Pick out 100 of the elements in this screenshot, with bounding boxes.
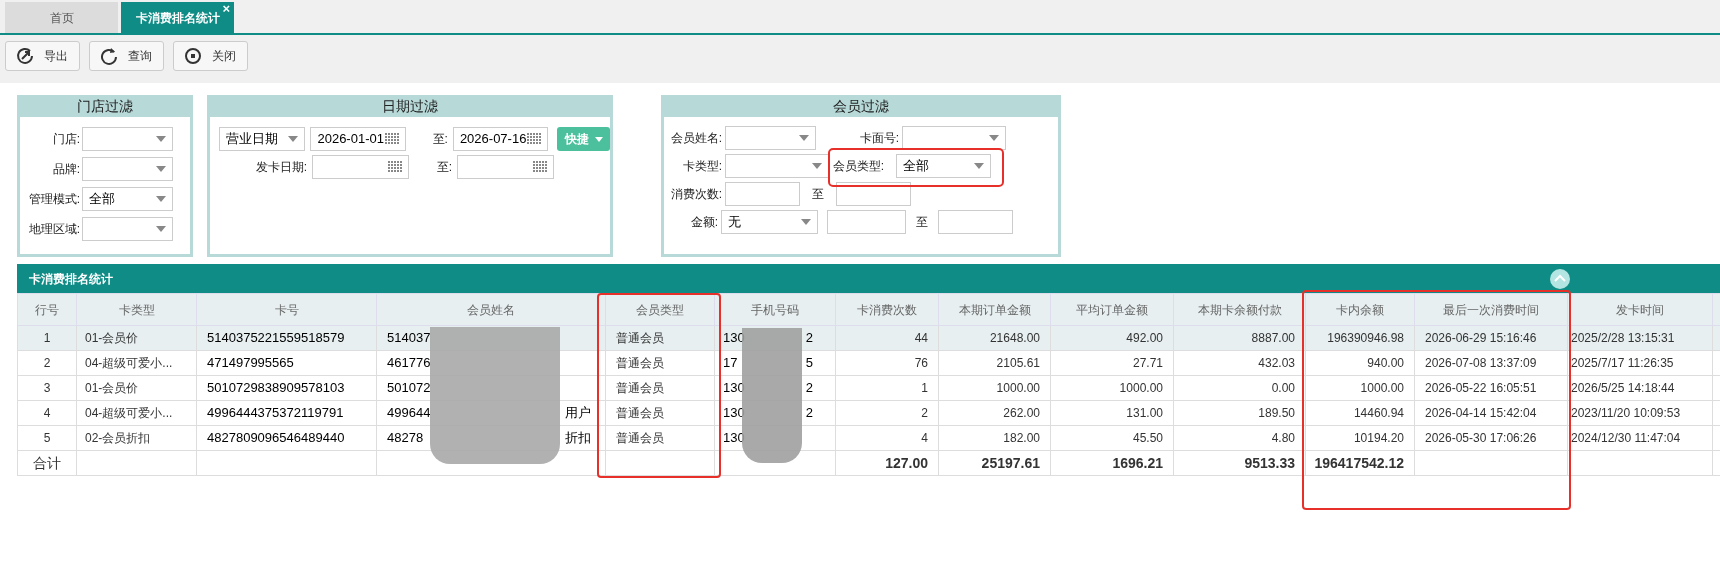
select-field[interactable] [902,126,1006,150]
table-cell: 2 [17,350,77,376]
caret-icon [288,136,299,142]
table-cell: 2105.61 [938,350,1051,376]
date-type-select[interactable]: 营业日期 [219,127,306,151]
table-cell-text: 2 [805,404,813,423]
collapse-icon[interactable] [1550,268,1570,289]
total-cell: 127.00 [835,450,939,476]
column-header[interactable]: 发卡时间 [1567,293,1713,326]
table-cell: 2026-06-29 15:16:46 [1414,325,1568,351]
table-cell-text: 2 [805,379,813,398]
table-cell: 14460.94 [1305,400,1415,426]
select-field[interactable] [725,154,829,178]
column-header[interactable]: 会员姓名 [376,293,606,326]
column-header[interactable]: 手机号码 [714,293,836,326]
table-cell: 189.50 [1173,400,1306,426]
table-cell: 262.00 [938,400,1051,426]
toolbar-button[interactable]: 查询 [89,41,164,71]
select-field[interactable] [82,157,173,181]
input-field[interactable] [725,182,800,206]
table-cell: 普通会员 [605,400,715,426]
table-cell-text: 5 [805,354,813,373]
table-cell: 1 [835,375,939,401]
toolbar-button[interactable]: 关闭 [173,41,248,71]
date-field[interactable]: 2026-01-01 [310,127,406,151]
table-cell-text: 461776 [387,354,431,373]
table-cell: 471497995565 [196,350,377,376]
table-cell: 0.00 [1173,375,1306,401]
calendar-icon [527,133,542,145]
column-header[interactable]: 本期卡余额付款 [1173,293,1306,326]
table-cell: 10194.20 [1305,425,1415,451]
caret-icon [812,163,822,169]
total-label: 合计 [17,450,77,476]
column-header[interactable]: 会员类型 [605,293,715,326]
date-field[interactable]: 2026-07-16 [452,127,549,151]
panel-title: 门店过滤 [76,97,134,116]
table-cell: 1 [17,325,77,351]
field-label: 至: [435,159,452,176]
table-cell: 76 [835,350,939,376]
field-label: 金额: [689,214,718,231]
table-cell: 2026-05-22 16:05:51 [1414,375,1568,401]
table-cell: 02-会员折扣 [76,425,197,451]
table-cell: 5140375221559518579 [196,325,377,351]
table-cell-text: 2 [805,329,813,348]
field-label: 卡面号: [858,130,899,147]
input-field[interactable] [836,182,911,206]
table-cell: 5 [17,425,77,451]
column-header[interactable]: 平均订单金额 [1050,293,1174,326]
calendar-icon [384,133,399,145]
table-cell-text: 130 [723,429,745,448]
field-label: 至 [916,214,928,231]
panel-title: 日期过滤 [381,97,439,116]
table-cell: 1000.00 [1305,375,1415,401]
table-cell: 普通会员 [605,425,715,451]
column-header[interactable]: 卡号 [196,293,377,326]
table-cell-text: 501072 [387,379,431,398]
field-label: 品牌: [51,161,80,178]
field-label: 管理模式: [27,191,80,208]
total-cell: 196417542.12 [1305,450,1415,476]
table-cell: 2025/7/17 11:26:35 [1567,350,1713,376]
tab[interactable]: 卡消费排名统计 × [121,2,234,33]
select-field[interactable]: 全部 [82,187,173,211]
table-title: 卡消费排名统计 [29,270,113,288]
table-cell: 432.03 [1173,350,1306,376]
input-field[interactable] [827,210,906,234]
table-cell: 44 [835,325,939,351]
table-cell: 196390946.98 [1305,325,1415,351]
table-cell: 3 [17,375,77,401]
select-field[interactable]: 全部 [896,154,991,178]
table-cell: 2026-07-08 13:37:09 [1414,350,1568,376]
toolbar-button[interactable]: 导出 [5,41,80,71]
date-field[interactable] [312,155,409,179]
caret-icon [156,196,166,202]
table-cell: 普通会员 [605,325,715,351]
date-field[interactable] [457,155,554,179]
caret-icon [156,166,166,172]
stop-icon [184,47,202,65]
column-header[interactable]: 卡内余额 [1305,293,1415,326]
close-button[interactable]: × [222,2,230,16]
table-cell-text: 514037 [387,329,431,348]
table-cell-text: 130 [723,379,745,398]
column-header[interactable]: 最后一次消费时间 [1414,293,1568,326]
table-cell: 2026-04-14 15:42:04 [1414,400,1568,426]
select-field[interactable] [82,217,173,241]
caret-icon [594,136,603,142]
select-field[interactable] [725,126,816,150]
table-cell: 1000.00 [1050,375,1174,401]
table-cell-text: 499644 [387,404,431,423]
column-header[interactable]: 卡消费次数 [835,293,939,326]
input-field[interactable] [938,210,1013,234]
calendar-icon [388,161,402,173]
column-header[interactable]: 卡类型 [76,293,197,326]
column-header[interactable]: 本期订单金额 [938,293,1051,326]
column-header[interactable]: 行号 [17,293,77,326]
table-cell-text: 17 [723,354,738,373]
table-cell: 4 [17,400,77,426]
table-cell: 27.71 [1050,350,1174,376]
select-field[interactable]: 无 [721,210,818,234]
select-field[interactable] [82,127,173,151]
tab[interactable]: 首页 [5,2,118,33]
